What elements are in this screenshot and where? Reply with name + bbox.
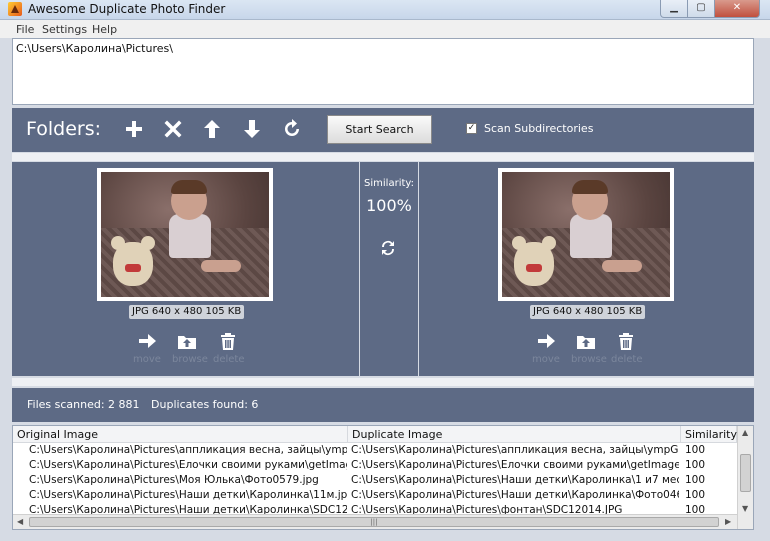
table-row[interactable]: C:\Users\Каролина\Pictures\аппликация ве… — [13, 443, 737, 458]
scan-subdirectories-label[interactable]: Scan Subdirectories — [484, 122, 593, 135]
status-text: Files scanned: 2 881 Duplicates found: 6 — [27, 398, 266, 411]
menu-bar: File Settings Help — [0, 20, 770, 38]
maximize-button[interactable]: ▢ — [687, 0, 715, 18]
folders-toolbar: Folders: Start Search ✓ Scan Subdirector… — [12, 108, 754, 152]
scroll-left-arrow-icon[interactable]: ◀ — [17, 517, 23, 526]
window-title: Awesome Duplicate Photo Finder — [28, 2, 226, 16]
duplicate-image-pane: JPG 640 x 480 105 KB move browse delete — [419, 162, 754, 376]
folders-label: Folders: — [26, 118, 102, 140]
move-down-icon[interactable] — [242, 119, 262, 139]
app-window: Awesome Duplicate Photo Finder ▁ ▢ ✕ Fil… — [0, 0, 770, 541]
original-path-cell: C:\Users\Каролина\Pictures\Елочки своими… — [29, 459, 347, 471]
arrow-right-icon — [139, 334, 156, 348]
duplicate-path-cell: C:\Users\Каролина\Pictures\Наши детки\Ка… — [351, 474, 679, 486]
original-photo[interactable] — [97, 168, 273, 301]
similarity-pane: Similarity: 100% — [360, 162, 418, 376]
menu-file[interactable]: File — [16, 23, 34, 36]
table-row[interactable]: C:\Users\Каролина\Pictures\Моя Юлька\Фот… — [13, 473, 737, 488]
scan-subdirectories-checkbox[interactable]: ✓ — [466, 123, 477, 134]
duplicate-path-cell: C:\Users\Каролина\Pictures\Наши детки\Ка… — [351, 489, 679, 501]
folder-path-item[interactable]: C:\Users\Каролина\Pictures\ — [16, 42, 750, 55]
duplicate-path-cell: C:\Users\Каролина\Pictures\Елочки своими… — [351, 459, 679, 471]
original-path-cell: C:\Users\Каролина\Pictures\Наши детки\Ка… — [29, 489, 347, 501]
similarity-cell: 100 — [685, 474, 706, 486]
divider — [12, 378, 754, 386]
similarity-value: 100% — [366, 196, 412, 215]
status-bar: Files scanned: 2 881 Duplicates found: 6 — [12, 388, 754, 422]
column-header-duplicate[interactable]: Duplicate Image — [348, 426, 681, 443]
minimize-button[interactable]: ▁ — [660, 0, 688, 18]
similarity-cell: 100 — [685, 444, 706, 456]
similarity-cell: 100 — [685, 489, 706, 501]
results-table[interactable]: Original Image Duplicate Image Similarit… — [12, 425, 754, 530]
table-row[interactable]: C:\Users\Каролина\Pictures\Елочки своими… — [13, 458, 737, 473]
original-path-cell: C:\Users\Каролина\Pictures\аппликация ве… — [29, 444, 347, 456]
move-label: move — [532, 354, 560, 365]
column-header-original[interactable]: Original Image — [13, 426, 348, 443]
original-image-info: JPG 640 x 480 105 KB — [129, 305, 245, 319]
horizontal-scroll-thumb[interactable]: ||| — [29, 517, 719, 527]
arrow-right-icon — [538, 334, 555, 348]
scroll-down-arrow-icon[interactable]: ▼ — [742, 504, 748, 513]
folder-list[interactable]: C:\Users\Каролина\Pictures\ — [12, 38, 754, 105]
scroll-up-arrow-icon[interactable]: ▲ — [742, 428, 748, 437]
horizontal-scrollbar[interactable]: ◀ ||| ▶ — [13, 514, 737, 529]
move-label: move — [133, 354, 161, 365]
add-icon[interactable] — [124, 119, 144, 139]
duplicate-path-cell: C:\Users\Каролина\Pictures\аппликация ве… — [351, 444, 679, 456]
duplicate-image-info: JPG 640 x 480 105 KB — [530, 305, 646, 319]
column-header-similarity[interactable]: Similarity — [681, 426, 737, 443]
scroll-right-arrow-icon[interactable]: ▶ — [725, 517, 731, 526]
refresh-icon[interactable] — [282, 119, 302, 139]
remove-icon[interactable] — [163, 119, 183, 139]
start-search-button[interactable]: Start Search — [327, 115, 432, 144]
delete-button[interactable]: delete — [611, 332, 643, 365]
close-button[interactable]: ✕ — [714, 0, 760, 18]
table-row[interactable]: C:\Users\Каролина\Pictures\Наши детки\Ка… — [13, 488, 737, 503]
vertical-scroll-thumb[interactable] — [740, 454, 751, 492]
delete-label: delete — [611, 354, 643, 365]
similarity-title: Similarity: — [364, 178, 414, 189]
trash-icon — [619, 333, 633, 350]
vertical-scrollbar[interactable]: ▲ ▼ — [737, 426, 753, 529]
browse-button[interactable]: browse — [571, 332, 607, 365]
folder-up-icon — [178, 336, 196, 349]
swap-icon[interactable] — [378, 238, 398, 258]
original-path-cell: C:\Users\Каролина\Pictures\Моя Юлька\Фот… — [29, 474, 319, 486]
browse-button[interactable]: browse — [172, 332, 208, 365]
move-up-icon[interactable] — [202, 119, 222, 139]
similarity-cell: 100 — [685, 459, 706, 471]
title-bar: Awesome Duplicate Photo Finder ▁ ▢ ✕ — [0, 0, 770, 20]
browse-label: browse — [172, 354, 208, 365]
duplicate-photo[interactable] — [498, 168, 674, 301]
folder-up-icon — [577, 336, 595, 349]
move-button[interactable]: move — [132, 332, 162, 365]
files-scanned: Files scanned: 2 881 — [27, 398, 140, 411]
duplicates-found: Duplicates found: 6 — [151, 398, 259, 411]
menu-help[interactable]: Help — [92, 23, 117, 36]
app-icon — [8, 2, 22, 16]
move-button[interactable]: move — [531, 332, 561, 365]
menu-settings[interactable]: Settings — [42, 23, 87, 36]
original-image-pane: JPG 640 x 480 105 KB move browse delete — [12, 162, 359, 376]
browse-label: browse — [571, 354, 607, 365]
delete-button[interactable]: delete — [213, 332, 245, 365]
delete-label: delete — [213, 354, 245, 365]
trash-icon — [221, 333, 235, 350]
divider — [12, 153, 754, 161]
